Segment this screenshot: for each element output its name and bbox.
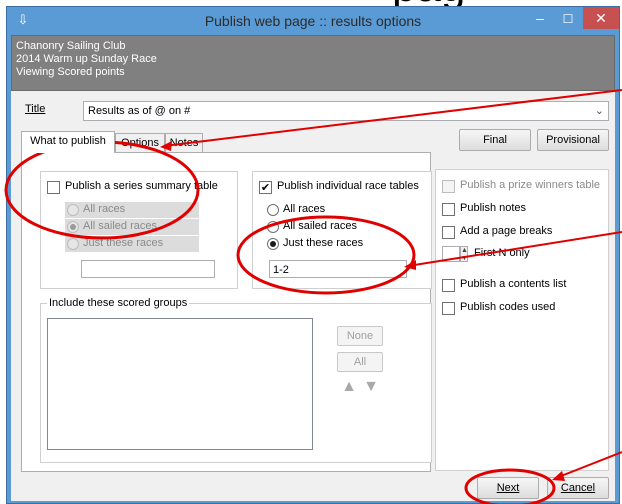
radio-selected-dot bbox=[70, 224, 76, 230]
move-down-icon[interactable]: ▼ bbox=[363, 378, 379, 396]
individual-radio-label: All races bbox=[283, 203, 326, 215]
series-radio-label: All sailed races bbox=[83, 220, 157, 232]
individual-radio-all-races[interactable] bbox=[267, 204, 279, 216]
viewing-mode: Viewing Scored points bbox=[16, 66, 125, 78]
move-up-icon[interactable]: ▲ bbox=[341, 378, 357, 396]
contents-list-checkbox[interactable] bbox=[442, 279, 455, 292]
series-summary-group: Publish a series summary table All races… bbox=[40, 171, 238, 289]
minimize-button[interactable]: – bbox=[527, 9, 553, 31]
tab-what-to-publish[interactable]: What to publish bbox=[21, 131, 115, 153]
series-radio-all-sailed[interactable] bbox=[67, 221, 79, 233]
publish-notes-checkbox[interactable] bbox=[442, 203, 455, 216]
series-option-row[interactable]: All races bbox=[65, 202, 199, 218]
provisional-button[interactable]: Provisional bbox=[537, 129, 609, 151]
dialog-body: Title Results as of @ on # ⌄ Final Provi… bbox=[11, 91, 615, 501]
publish-notes-label: Publish notes bbox=[460, 202, 527, 214]
all-button[interactable]: All bbox=[337, 352, 383, 372]
series-radio-label: All races bbox=[83, 203, 126, 215]
series-radio-just-these[interactable] bbox=[67, 238, 79, 250]
club-name: Chanonry Sailing Club bbox=[16, 40, 126, 52]
none-button[interactable]: None bbox=[337, 326, 383, 346]
contents-list-label: Publish a contents list bbox=[460, 278, 567, 290]
individual-radio-label: Just these races bbox=[283, 237, 364, 249]
series-summary-label: Publish a series summary table bbox=[65, 180, 218, 192]
page-breaks-checkbox[interactable] bbox=[442, 226, 455, 239]
series-option-row[interactable]: Just these races bbox=[65, 236, 199, 252]
publish-dialog: ⇩ Publish web page :: results options – … bbox=[6, 6, 620, 504]
prize-winners-label: Publish a prize winners table bbox=[460, 179, 601, 191]
individual-race-group: ✔ Publish individual race tables All rac… bbox=[252, 171, 432, 289]
tab-options[interactable]: Options bbox=[115, 133, 165, 153]
prize-winners-checkbox[interactable] bbox=[442, 180, 455, 193]
close-button[interactable]: ✕ bbox=[583, 7, 619, 29]
scored-groups-label: Include these scored groups bbox=[47, 297, 190, 309]
cancel-button[interactable]: Cancel bbox=[547, 477, 609, 499]
codes-used-checkbox[interactable] bbox=[442, 302, 455, 315]
individual-tables-checkbox[interactable]: ✔ bbox=[259, 181, 272, 194]
individual-radio-label: All sailed races bbox=[283, 220, 357, 232]
page-breaks-label: Add a page breaks bbox=[460, 225, 553, 237]
scored-groups-group: Include these scored groups None All ▲ ▼ bbox=[40, 297, 432, 463]
final-button[interactable]: Final bbox=[459, 129, 531, 151]
series-radio-label: Just these races bbox=[83, 237, 164, 249]
race-name: 2014 Warm up Sunday Race bbox=[16, 53, 157, 65]
codes-used-label: Publish codes used bbox=[460, 301, 556, 313]
event-header: Chanonry Sailing Club 2014 Warm up Sunda… bbox=[11, 35, 615, 91]
next-button[interactable]: Next bbox=[477, 477, 539, 499]
series-radio-all-races[interactable] bbox=[67, 204, 79, 216]
chevron-down-icon[interactable]: ⌄ bbox=[595, 102, 604, 120]
title-label: Title bbox=[25, 103, 46, 115]
series-option-row[interactable]: All sailed races bbox=[65, 219, 199, 235]
right-options-panel: Publish a prize winners table Publish no… bbox=[435, 169, 609, 471]
individual-races-field[interactable]: 1-2 bbox=[269, 260, 407, 278]
maximize-button[interactable]: ☐ bbox=[555, 9, 581, 31]
scored-groups-list[interactable] bbox=[47, 318, 313, 450]
first-n-field[interactable] bbox=[442, 246, 460, 262]
title-input[interactable]: Results as of @ on # ⌄ bbox=[83, 101, 609, 121]
series-races-field[interactable] bbox=[81, 260, 215, 278]
radio-selected-dot bbox=[270, 241, 276, 247]
title-input-value: Results as of @ on # bbox=[88, 105, 191, 117]
individual-radio-just-these[interactable] bbox=[267, 238, 279, 250]
tab-notes[interactable]: Notes bbox=[165, 133, 203, 153]
individual-tables-label: Publish individual race tables bbox=[277, 180, 419, 192]
what-to-publish-panel: Publish a series summary table All races… bbox=[21, 152, 432, 472]
first-n-label: First N only bbox=[474, 247, 530, 259]
first-n-spinner[interactable]: ▲ ▼ bbox=[460, 246, 468, 262]
individual-radio-all-sailed[interactable] bbox=[267, 221, 279, 233]
title-bar[interactable]: ⇩ Publish web page :: results options – … bbox=[7, 7, 619, 35]
series-summary-checkbox[interactable] bbox=[47, 181, 60, 194]
